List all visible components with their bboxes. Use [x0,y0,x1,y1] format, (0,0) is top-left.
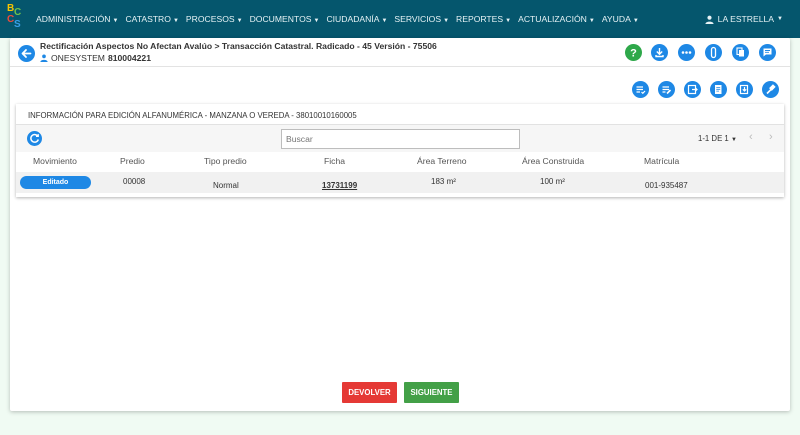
logo-letter-s: S [14,19,21,30]
more-icon [681,51,692,54]
comment-button[interactable] [759,44,776,61]
cell-area-construida: 100 m² [540,177,565,186]
menu-label: CIUDADANÍA [326,14,380,24]
menu-actualizacion[interactable]: ACTUALIZACIÓN ▼ [518,14,595,24]
user-id: 810004221 [107,53,151,63]
menu-label: PROCESOS [185,14,235,24]
column-header-matricula[interactable]: Matrícula [644,156,679,166]
attach-button[interactable] [705,44,722,61]
user-name: ONESYSTEM [51,53,105,63]
menu-documentos[interactable]: DOCUMENTOS ▼ [250,14,320,24]
list-edit-button[interactable] [658,81,675,98]
refresh-button[interactable] [27,131,42,146]
copy-icon [736,47,744,57]
pagination-select[interactable]: 1-1 DE 1 ▼ [698,134,737,143]
svg-text:?: ? [630,47,637,59]
export-button[interactable] [684,81,701,98]
caret-down-icon: ▼ [313,18,320,24]
column-header-ficha[interactable]: Ficha [324,156,345,166]
menu-administracion[interactable]: ADMINISTRACIÓN ▼ [36,14,118,24]
column-header-movimiento[interactable]: Movimiento [33,156,77,166]
caret-down-icon: ▼ [236,18,243,24]
header-divider [10,66,790,67]
main-card: Rectificación Aspectos No Afectan Avalúo… [10,38,790,411]
copy-button[interactable] [732,44,749,61]
column-header-predio[interactable]: Predio [120,156,145,166]
caret-down-icon: ▼ [505,18,512,24]
list-check-button[interactable] [632,81,649,98]
menu-reportes[interactable]: REPORTES ▼ [456,14,511,24]
menu-label: SERVICIOS [394,14,442,24]
gavel-button[interactable] [762,81,779,98]
menu-procesos[interactable]: PROCESOS ▼ [186,14,243,24]
user-icon [40,54,48,62]
more-button[interactable] [678,44,695,61]
caret-down-icon: ▼ [588,18,595,24]
back-button[interactable] [18,45,35,62]
document-icon [715,85,722,94]
gavel-icon [766,84,776,95]
import-button[interactable] [736,81,753,98]
table-row[interactable]: Editado 00008 Normal 13731199 183 m² 100… [16,172,784,193]
caret-down-icon: ▼ [730,137,737,143]
search-input[interactable] [281,129,520,149]
menu-servicios[interactable]: SERVICIOS ▼ [394,14,449,24]
arrow-left-icon [21,49,32,58]
list-edit-icon [662,86,672,95]
download-button[interactable] [651,44,668,61]
prev-page-button[interactable]: ‹ [749,131,753,143]
logo-letter-c: C [14,7,22,18]
user-name: LA ESTRELLA [717,14,775,24]
app-logo[interactable]: B C C S [6,4,23,32]
alphanumeric-panel: INFORMACIÓN PARA EDICIÓN ALFANUMÉRICA - … [16,104,784,197]
menu-ciudadania[interactable]: CIUDADANÍA ▼ [326,14,387,24]
document-button[interactable] [710,81,727,98]
caret-down-icon: ▼ [632,18,639,24]
pagination-label: 1-1 DE 1 [698,134,729,143]
menu-label: AYUDA [601,14,631,24]
menu-label: ADMINISTRACIÓN [36,14,111,24]
menu-catastro[interactable]: CATASTRO ▼ [125,14,178,24]
next-page-button[interactable]: › [769,131,773,143]
column-header-tipo-predio[interactable]: Tipo predio [204,156,247,166]
comment-icon [763,48,772,57]
attach-icon [710,46,717,59]
export-icon [687,84,698,95]
user-menu[interactable]: LA ESTRELLA ▼ [705,0,783,38]
caret-down-icon: ▼ [443,18,450,24]
devolver-button[interactable]: DEVOLVER [342,382,397,403]
top-navbar: B C C S ADMINISTRACIÓN ▼ CATASTRO ▼ PROCES… [0,0,800,38]
menu-label: CATASTRO [125,14,171,24]
ficha-link[interactable]: 13731199 [322,181,357,190]
menu-ayuda[interactable]: AYUDA ▼ [602,14,639,24]
movement-status-button[interactable]: Editado [20,176,91,189]
menu-label: ACTUALIZACIÓN [518,14,587,24]
table-toolbar: 1-1 DE 1 ▼ ‹ › [16,124,784,152]
download-icon [655,48,664,58]
refresh-icon [30,133,40,143]
menu-label: DOCUMENTOS [249,14,312,24]
help-icon: ? [630,47,637,59]
column-header-area-construida[interactable]: Área Construida [522,156,584,166]
user-info: ONESYSTEM 810004221 [40,53,151,63]
list-check-icon [636,86,646,95]
caret-down-icon: ▼ [172,18,179,24]
cell-predio: 00008 [123,177,146,186]
siguiente-button[interactable]: SIGUIENTE [404,382,459,403]
page-title: Rectificación Aspectos No Afectan Avalúo… [40,41,437,51]
user-icon [705,15,714,24]
panel-title: INFORMACIÓN PARA EDICIÓN ALFANUMÉRICA - … [28,111,357,120]
import-icon [739,84,749,95]
caret-down-icon: ▼ [381,18,388,24]
cell-tipo-predio: Normal [213,181,239,190]
cell-area-terreno: 183 m² [431,177,456,186]
main-menu: ADMINISTRACIÓN ▼ CATASTRO ▼ PROCESOS ▼ DOCU… [36,0,646,38]
menu-label: REPORTES [456,14,504,24]
help-button[interactable]: ? [625,44,642,61]
caret-down-icon: ▼ [777,16,783,22]
caret-down-icon: ▼ [112,18,119,24]
column-header-area-terreno[interactable]: Área Terreno [417,156,467,166]
cell-matricula: 001-935487 [645,181,688,190]
